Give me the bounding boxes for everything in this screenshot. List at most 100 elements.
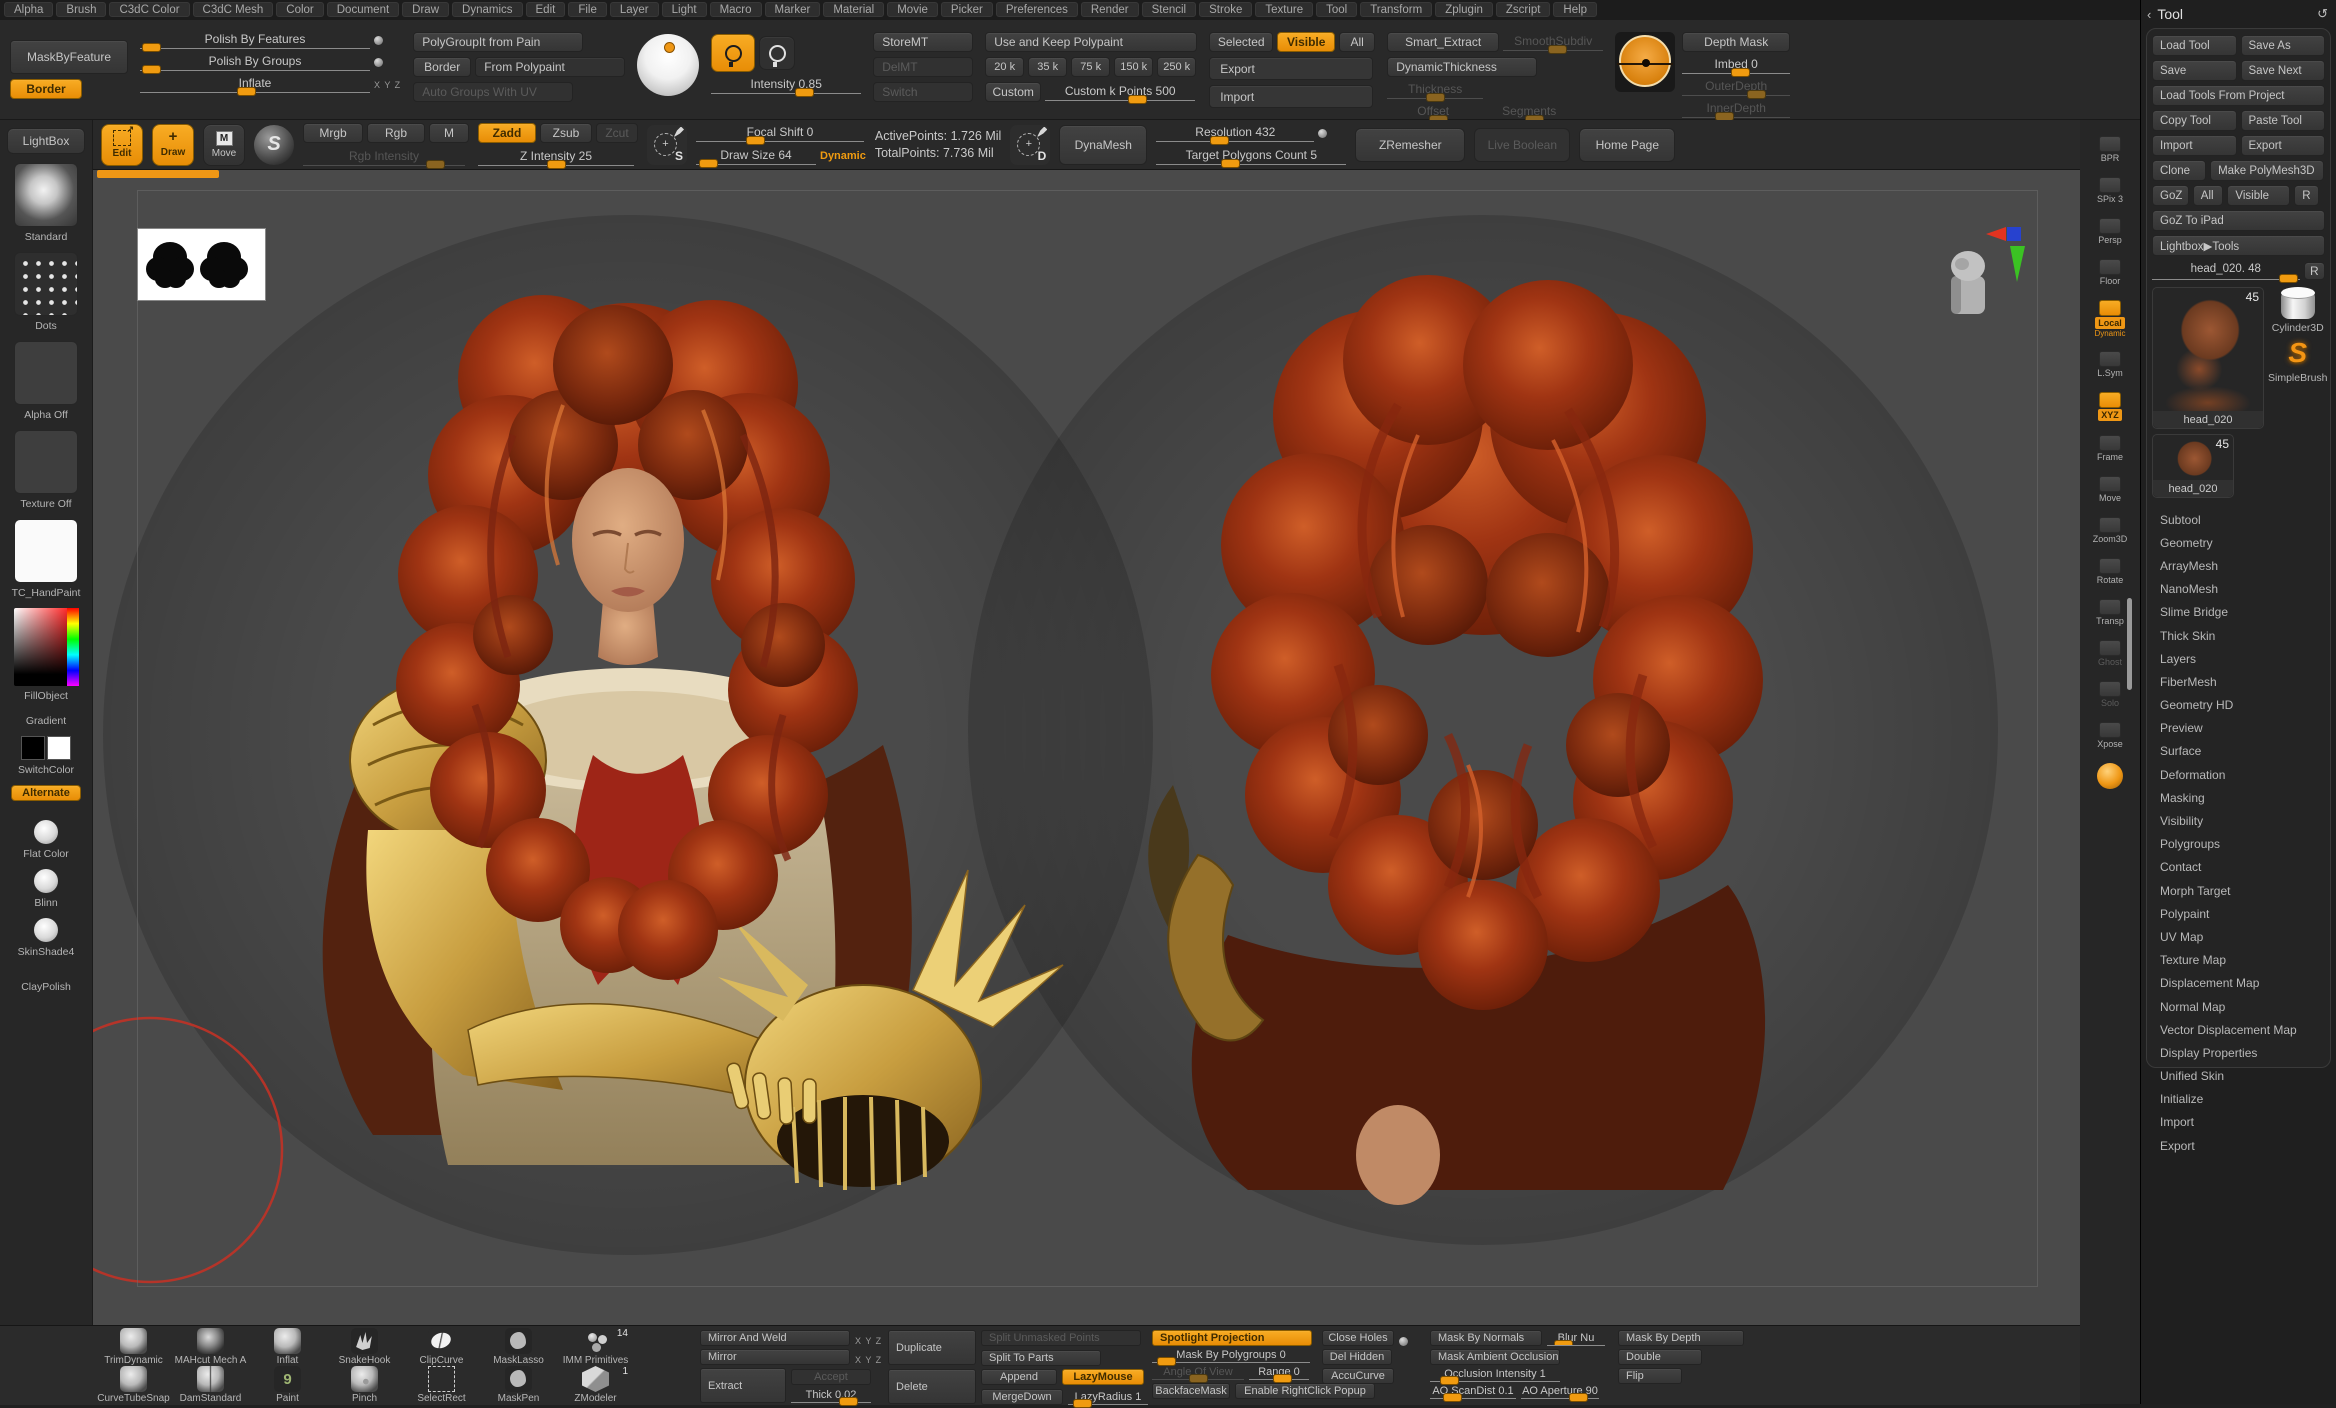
- brush-shortcut[interactable]: ClipCurve: [403, 1328, 480, 1366]
- border-from-polypaint-label[interactable]: Border: [413, 57, 471, 77]
- tool-subpalette-header[interactable]: Deformation: [2152, 763, 2325, 786]
- claypolish-label[interactable]: ClayPolish: [21, 981, 71, 993]
- switch-mt-button[interactable]: Switch: [873, 82, 973, 102]
- close-holes-radio[interactable]: [1399, 1337, 1408, 1346]
- menu-item[interactable]: Help: [1553, 2, 1597, 17]
- dynamesh-icon-button[interactable]: + D: [1010, 125, 1050, 165]
- rgb-intensity-slider[interactable]: Rgb Intensity: [303, 149, 465, 166]
- switch-color-label[interactable]: SwitchColor: [18, 764, 74, 776]
- zremesher-button[interactable]: ZRemesher: [1355, 128, 1465, 162]
- tool-subpalette-header[interactable]: Displacement Map: [2152, 972, 2325, 995]
- light-intensity-slider[interactable]: Intensity 0.85: [711, 77, 861, 94]
- skinshade4-material-sphere[interactable]: [34, 918, 58, 942]
- simplebrush-icon[interactable]: S: [2288, 337, 2307, 369]
- r-button[interactable]: R: [2304, 262, 2325, 280]
- occlusion-intensity-slider[interactable]: Occlusion Intensity 1: [1430, 1368, 1560, 1382]
- imbed-slider[interactable]: Imbed 0: [1682, 57, 1790, 74]
- active-tool-thumbnail[interactable]: 45 head_020: [2152, 287, 2264, 429]
- duplicate-button[interactable]: Duplicate: [888, 1330, 976, 1365]
- move-button[interactable]: M Move: [203, 124, 245, 166]
- del-hidden-button[interactable]: Del Hidden: [1322, 1349, 1392, 1365]
- mask-by-depth-button[interactable]: Mask By Depth: [1618, 1330, 1744, 1346]
- panel-collapse-icon[interactable]: ‹: [2147, 7, 2151, 22]
- brush-shortcut[interactable]: Inflat: [249, 1328, 326, 1366]
- light-placement-sphere[interactable]: [637, 34, 699, 96]
- ao-scandist-slider[interactable]: AO ScanDist 0.1: [1430, 1385, 1516, 1399]
- accept-button[interactable]: Accept: [791, 1369, 871, 1385]
- tool-subpalette-header[interactable]: Layers: [2152, 647, 2325, 670]
- texture-thumbnail[interactable]: [14, 430, 78, 494]
- right-shelf-button[interactable]: Frame: [2087, 435, 2133, 463]
- inflate-axis-letters[interactable]: X Y Z: [374, 80, 401, 90]
- tool-subpalette-header[interactable]: Slime Bridge: [2152, 601, 2325, 624]
- close-holes-button[interactable]: Close Holes: [1322, 1330, 1394, 1346]
- menu-item[interactable]: Zscript: [1496, 2, 1551, 17]
- brush-shortcut[interactable]: MAHcut Mech A: [172, 1328, 249, 1366]
- tool-panel-button[interactable]: Save Next: [2241, 60, 2326, 81]
- k-points-button[interactable]: 250 k: [1157, 57, 1196, 77]
- tool-subpalette-header[interactable]: Thick Skin: [2152, 624, 2325, 647]
- tool-subpalette-header[interactable]: Normal Map: [2152, 995, 2325, 1018]
- right-shelf-button[interactable]: SPix 3: [2087, 177, 2133, 205]
- right-shelf-button[interactable]: Move: [2087, 476, 2133, 504]
- brush-shortcut[interactable]: MaskPen: [480, 1366, 557, 1404]
- export-button[interactable]: Export: [1209, 57, 1373, 80]
- right-shelf-button[interactable]: Persp: [2087, 218, 2133, 246]
- menu-item[interactable]: File: [568, 2, 607, 17]
- mrgb-button[interactable]: Mrgb: [303, 123, 363, 143]
- tool-subpalette-header[interactable]: Contact: [2152, 856, 2325, 879]
- spotlight-projection-button[interactable]: Spotlight Projection: [1152, 1330, 1312, 1346]
- brush-shortcut[interactable]: SnakeHook: [326, 1328, 403, 1366]
- main-color-swatch[interactable]: [21, 736, 45, 760]
- menu-item[interactable]: Marker: [765, 2, 821, 17]
- dynamic-mode-toggle[interactable]: Dynamic: [820, 150, 866, 162]
- border-button[interactable]: Border: [10, 79, 82, 99]
- tool-panel-button[interactable]: Load Tools From Project: [2152, 85, 2325, 106]
- tool-panel-button[interactable]: Save: [2152, 60, 2237, 81]
- recent-tool-thumbnail[interactable]: 45 head_020: [2152, 434, 2234, 498]
- tool-panel-button[interactable]: Clone: [2152, 160, 2206, 181]
- tool-panel-button[interactable]: GoZ: [2152, 185, 2189, 206]
- tool-panel-button[interactable]: Save As: [2241, 35, 2326, 56]
- tool-subpalette-header[interactable]: Subtool: [2152, 508, 2325, 531]
- k-points-button[interactable]: 150 k: [1114, 57, 1153, 77]
- polish-by-features-radio[interactable]: [374, 36, 383, 45]
- dynamesh-button[interactable]: DynaMesh: [1059, 125, 1147, 165]
- menu-item[interactable]: Stencil: [1142, 2, 1197, 17]
- alpha-thumbnail[interactable]: [14, 341, 78, 405]
- mask-by-polygroups-slider[interactable]: Mask By Polygroups 0: [1152, 1349, 1310, 1363]
- tool-subpalette-header[interactable]: Import: [2152, 1111, 2325, 1134]
- light-1-button[interactable]: [711, 34, 755, 72]
- flip-button[interactable]: Flip: [1618, 1368, 1682, 1384]
- canvas-scrollbar[interactable]: [2127, 598, 2132, 690]
- z-intensity-slider[interactable]: Z Intensity 25: [478, 149, 634, 166]
- accucurve-button[interactable]: AccuCurve: [1322, 1368, 1394, 1384]
- right-shelf-button[interactable]: XYZ: [2087, 392, 2133, 422]
- lazyradius-slider[interactable]: LazyRadius 1: [1068, 1391, 1148, 1405]
- offset-slider[interactable]: Offset: [1387, 104, 1479, 121]
- menu-item[interactable]: Transform: [1360, 2, 1432, 17]
- mask-by-normals-button[interactable]: Mask By Normals: [1430, 1330, 1542, 1346]
- menu-item[interactable]: C3dC Mesh: [193, 2, 274, 17]
- delete-button[interactable]: Delete: [888, 1369, 976, 1404]
- brush-shortcut[interactable]: TrimDynamic: [95, 1328, 172, 1366]
- tool-subpalette-header[interactable]: Polypaint: [2152, 902, 2325, 925]
- custom-button[interactable]: Custom: [985, 82, 1041, 102]
- inflate-slider[interactable]: Inflate: [140, 76, 370, 93]
- tool-panel-button[interactable]: Copy Tool: [2152, 110, 2237, 131]
- edit-button[interactable]: Edit: [101, 124, 143, 166]
- tool-panel-button[interactable]: Export: [2241, 135, 2326, 156]
- tool-subpalette-header[interactable]: Masking: [2152, 786, 2325, 809]
- right-shelf-button[interactable]: Rotate: [2087, 558, 2133, 586]
- color-picker[interactable]: [14, 608, 78, 686]
- visible-button[interactable]: Visible: [1277, 32, 1335, 52]
- menu-item[interactable]: Light: [662, 2, 707, 17]
- menu-item[interactable]: Movie: [887, 2, 938, 17]
- menu-item[interactable]: Layer: [610, 2, 659, 17]
- depth-mask-curve-thumbnail[interactable]: [1615, 32, 1675, 92]
- material-ball-icon[interactable]: [2097, 763, 2123, 789]
- tool-subpalette-header[interactable]: Texture Map: [2152, 949, 2325, 972]
- brush-shortcut[interactable]: MaskLasso: [480, 1328, 557, 1366]
- menu-item[interactable]: Tool: [1316, 2, 1357, 17]
- menu-item[interactable]: Picker: [941, 2, 993, 17]
